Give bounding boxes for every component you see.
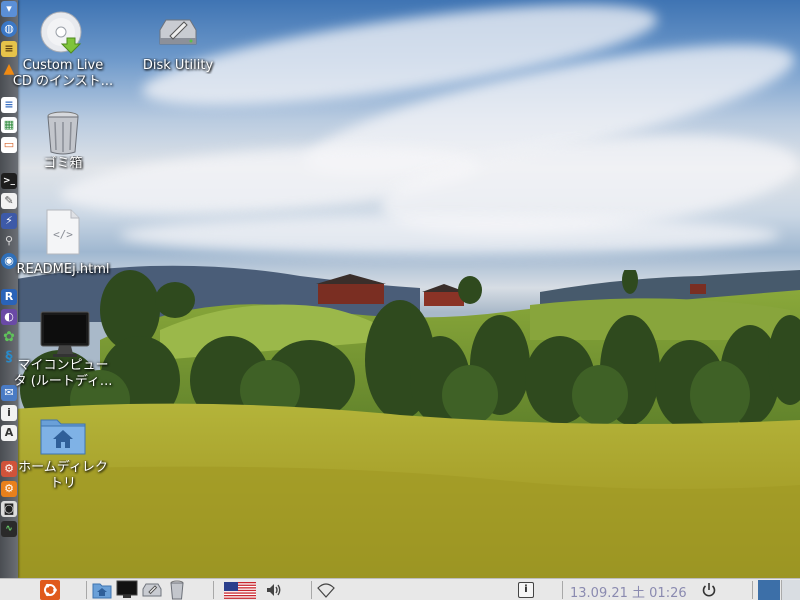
panel-clock[interactable]: 13.09.21 土 01:26 [570, 582, 687, 600]
speaker-icon [267, 584, 281, 596]
panel-separator [213, 581, 214, 599]
network-status[interactable] [316, 580, 336, 600]
launcher-my-computer[interactable] [116, 580, 138, 600]
power-button[interactable] [700, 580, 718, 600]
launcher-home-folder[interactable] [92, 580, 112, 600]
panel-separator [752, 581, 753, 599]
desktop-icon-live-cd-installer[interactable]: Custom Live CD のインスト... [8, 10, 118, 90]
desktop-icon-trash[interactable]: ゴミ箱 [8, 108, 118, 172]
camera-icon[interactable]: ◙ [1, 501, 17, 517]
home-folder-icon [92, 583, 112, 599]
desktop-icon-label: ホームディレク [18, 460, 108, 475]
desktop-icon-readme[interactable]: </> READMEj.html [8, 208, 118, 278]
html-file-icon: </> [39, 208, 87, 256]
desktop-icon-label: トリ [49, 476, 76, 491]
us-flag-icon [224, 582, 256, 599]
panel-separator [311, 581, 312, 599]
launcher-disk-utility[interactable] [141, 580, 163, 600]
desktop-icon-label: マイコンピュー [17, 358, 109, 373]
disk-utility-icon [142, 583, 162, 597]
desktop-icon-label: タ (ルートディ... [13, 374, 113, 389]
wallpaper-landscape [0, 270, 800, 580]
info-button[interactable]: i [518, 580, 534, 600]
panel-separator [562, 581, 563, 599]
cd-installer-icon [39, 10, 87, 58]
html-file-icon-text: </> [53, 228, 73, 241]
computer-icon [39, 310, 90, 358]
trash-icon [170, 580, 184, 600]
ubuntu-logo-icon [40, 580, 60, 600]
keyboard-layout-indicator[interactable] [224, 580, 256, 600]
desktop-icon-label: READMEj.html [16, 262, 110, 277]
bottom-panel: i 13.09.21 土 01:26 [0, 578, 800, 600]
start-menu-button[interactable] [40, 580, 60, 600]
panel-separator [86, 581, 87, 599]
disk-utility-icon [154, 10, 202, 58]
terminal-icon[interactable]: >_ [1, 173, 17, 189]
wallpaper-cloud [120, 215, 780, 255]
workspace-2[interactable] [781, 580, 800, 600]
text-editor-icon[interactable]: ✎ [1, 193, 17, 209]
desktop-icon-home-directory[interactable]: ホームディレク トリ [8, 412, 118, 492]
volume-control[interactable] [264, 580, 284, 600]
computer-icon [116, 580, 138, 598]
desktop-icon-label: ゴミ箱 [43, 156, 83, 171]
desktop-icon-my-computer[interactable]: マイコンピュー タ (ルートディ... [8, 310, 118, 390]
desktop-icon-label: Custom Live [22, 58, 104, 73]
monitor-icon[interactable]: ∿ [1, 521, 17, 537]
desktop-icon-label: Disk Utility [142, 58, 214, 73]
launcher-trash[interactable] [168, 580, 186, 600]
info-icon: i [518, 582, 534, 598]
r-icon[interactable]: R [1, 289, 17, 305]
desktop-icon-disk-utility[interactable]: Disk Utility [123, 10, 233, 74]
wifi-icon [317, 583, 335, 598]
desktop-icon-label: CD のインスト... [12, 74, 114, 89]
trash-icon [39, 108, 87, 156]
power-icon [702, 583, 716, 597]
desktop[interactable]: ▾ ◍ ≡ ▲ ≡ ▦ ▭ >_ ✎ ⚡ ⚲ ◉ R ◐ ✿ § ✉ i A ⚙… [0, 0, 800, 600]
workspace-1[interactable] [758, 580, 780, 600]
home-folder-icon [39, 412, 87, 460]
